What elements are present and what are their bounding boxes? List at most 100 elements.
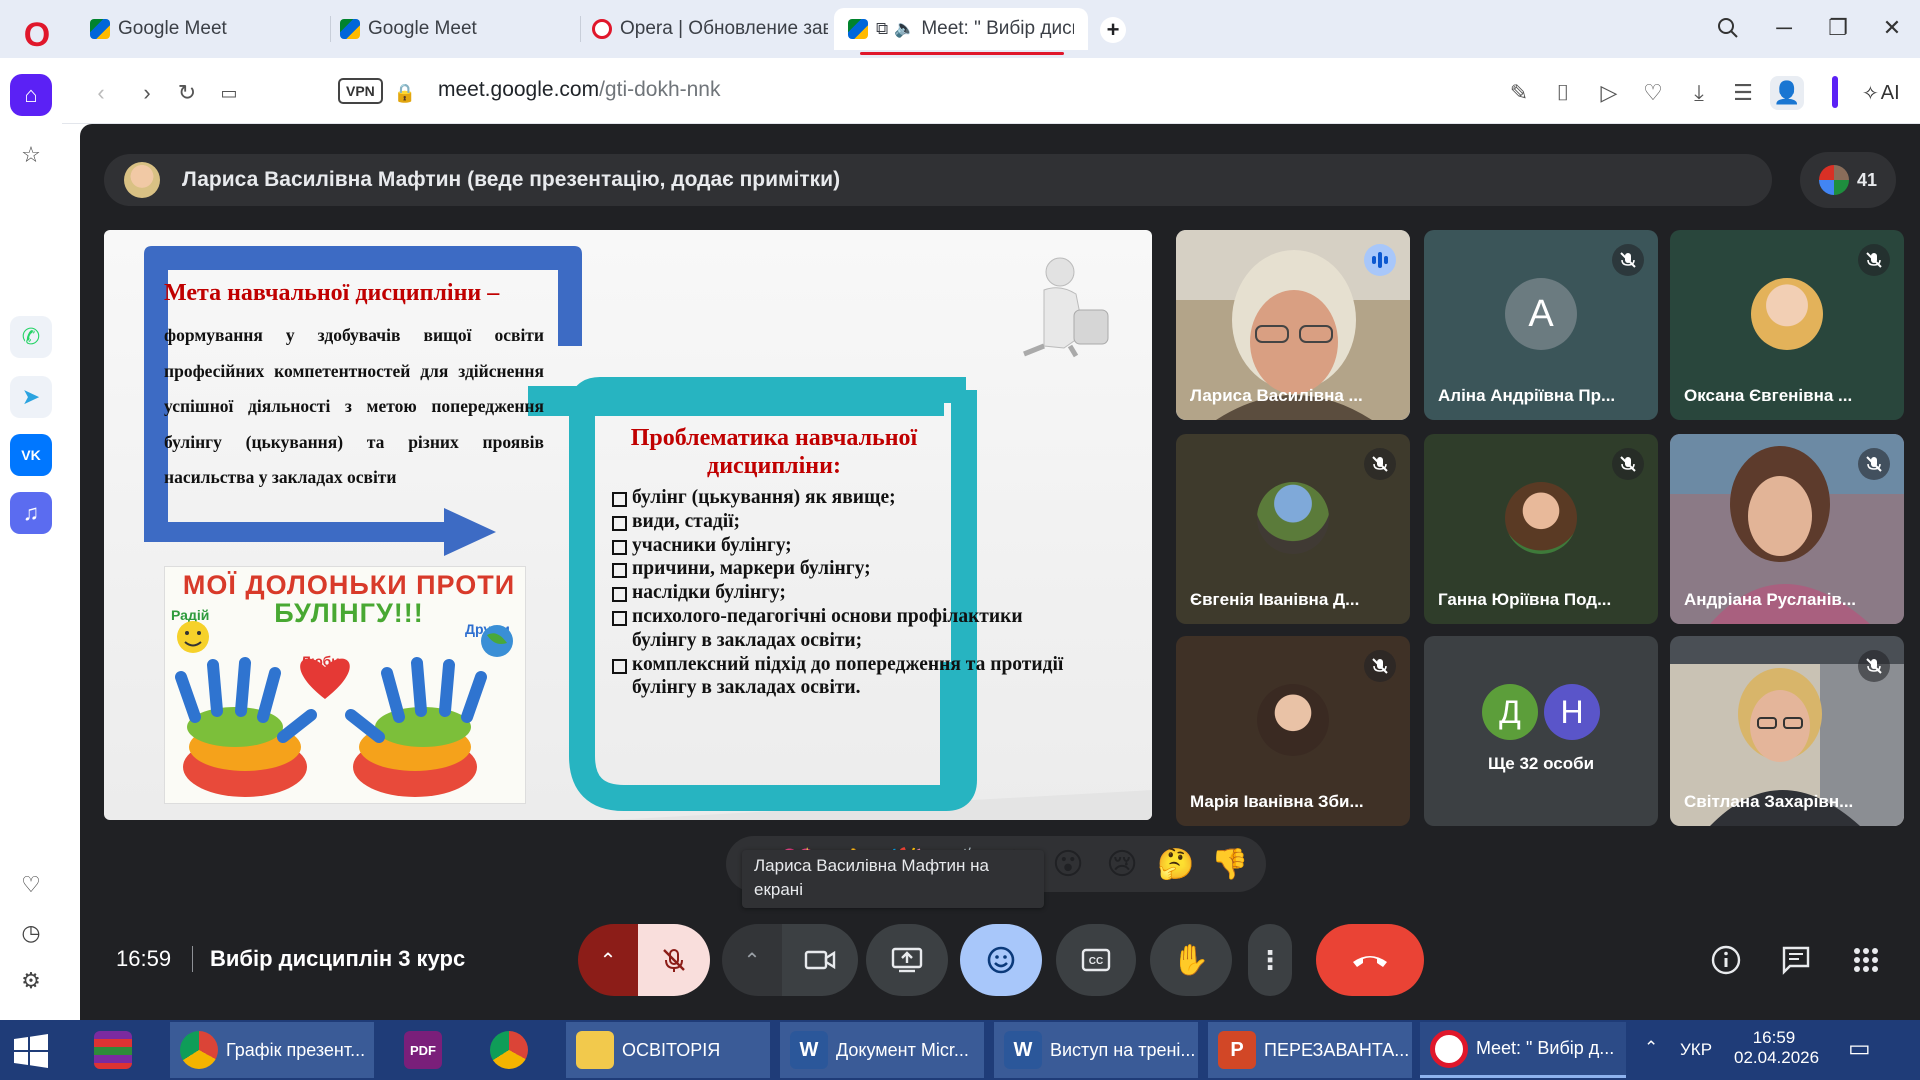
forward-button[interactable]: › — [130, 76, 164, 110]
tab-google-meet-1[interactable]: Google Meet — [76, 8, 326, 50]
vk-icon[interactable]: VK — [10, 434, 52, 476]
powerpoint-icon: P — [1218, 1031, 1256, 1069]
heart-icon[interactable]: ♡ — [10, 864, 52, 906]
minimize-button[interactable]: ─ — [1760, 8, 1808, 48]
bookmark-heart-icon[interactable]: ♡ — [1636, 76, 1670, 110]
new-tab-button[interactable]: + — [1100, 17, 1126, 43]
chat-icon — [1782, 946, 1810, 975]
input-language[interactable]: УКР — [1680, 1040, 1712, 1060]
camera-toggle-button[interactable] — [782, 924, 858, 996]
snapshot-icon[interactable]: ⌷ — [1546, 76, 1580, 110]
vpn-badge[interactable]: VPN — [338, 78, 383, 104]
taskbar-chrome-presentation[interactable]: Графік презент... — [170, 1022, 374, 1078]
participant-name: Євгенія Іванівна Д... — [1190, 590, 1360, 609]
participant-tile[interactable]: Андріана Русланів... — [1670, 434, 1904, 624]
captions-button[interactable]: CC — [1056, 924, 1136, 996]
profile-icon[interactable]: 👤 — [1770, 76, 1804, 110]
music-player-icon[interactable]: ♫ — [10, 492, 52, 534]
camera-icon[interactable]: ▭ — [212, 76, 246, 110]
taskbar-label: Meet: " Вибір д... — [1476, 1038, 1615, 1058]
presenter-tooltip: Лариса Василівна Мафтин на екрані — [742, 850, 1044, 908]
easy-setup-icon[interactable]: ☰ — [1726, 76, 1760, 110]
opera-icon — [1430, 1029, 1468, 1068]
lock-icon[interactable]: 🔒 — [388, 76, 422, 110]
close-window-button[interactable]: ✕ — [1868, 8, 1916, 48]
reaction-sad[interactable]: 😢 — [1102, 844, 1142, 884]
muted-mic-icon — [1364, 650, 1396, 682]
history-clock-icon[interactable]: ◷ — [10, 912, 52, 954]
reaction-thumbs-down[interactable]: 👎 — [1210, 844, 1250, 884]
participant-tile[interactable]: A Аліна Андріївна Пр... — [1424, 230, 1658, 420]
reactions-button[interactable] — [960, 924, 1042, 996]
present-screen-button[interactable] — [866, 924, 948, 996]
participant-name: Оксана Євгенівна ... — [1684, 386, 1853, 405]
tab-meet-active[interactable]: ⧉ 🔈 Meet: " Вибір дисц — [834, 8, 1088, 50]
tab-opera-update[interactable]: Opera | Обновление заве — [578, 8, 828, 50]
search-tabs-icon[interactable] — [1704, 8, 1752, 48]
apps-grid-icon — [1854, 948, 1878, 972]
meeting-details-button[interactable] — [1702, 936, 1750, 984]
reaction-thinking[interactable]: 🤔 — [1156, 844, 1196, 884]
taskbar-winrar[interactable] — [84, 1022, 156, 1078]
participant-tile[interactable]: Лариса Василівна ... — [1176, 230, 1410, 420]
taskbar-word-document[interactable]: W Документ Micr... — [780, 1022, 984, 1078]
participant-name: Лариса Василівна ... — [1190, 386, 1363, 405]
taskbar-pdf-app[interactable]: PDF — [394, 1022, 466, 1078]
tab-label: Google Meet — [118, 18, 227, 39]
participants-button[interactable]: 41 — [1800, 152, 1896, 208]
tab-google-meet-2[interactable]: Google Meet — [326, 8, 576, 50]
activities-button[interactable] — [1842, 936, 1890, 984]
taskbar-clock[interactable]: 16:59 02.04.2026 — [1734, 1028, 1820, 1068]
participant-tile[interactable]: Оксана Євгенівна ... — [1670, 230, 1904, 420]
download-icon[interactable]: ⤓ — [1682, 76, 1716, 110]
speaker-icon[interactable]: 🔈 — [894, 19, 915, 39]
home-icon[interactable]: ⌂ — [10, 74, 52, 116]
presenter-banner[interactable]: Лариса Василівна Мафтин (веде презентаці… — [104, 154, 1772, 206]
chat-button[interactable] — [1772, 936, 1820, 984]
taskbar-word-speech[interactable]: W Виступ на трені... — [994, 1022, 1198, 1078]
muted-mic-icon — [1612, 448, 1644, 480]
telegram-icon[interactable]: ➤ — [10, 376, 52, 418]
picture-in-picture-icon[interactable]: ⧉ — [876, 19, 888, 39]
participant-tile[interactable]: Світлана Захарівн... — [1670, 636, 1904, 826]
send-icon[interactable]: ▷ — [1592, 76, 1626, 110]
raise-hand-button[interactable]: ✋ — [1150, 924, 1232, 996]
more-participants-tile[interactable]: Д Н Ще 32 особи — [1424, 636, 1658, 826]
ai-button[interactable]: ✧ AI — [1862, 76, 1900, 110]
participant-tile[interactable]: Ганна Юріївна Под... — [1424, 434, 1658, 624]
problem-list: булінг (цькування) як явище; види, стаді… — [610, 486, 1070, 700]
reaction-surprised[interactable]: 😮 — [1048, 844, 1088, 884]
show-hidden-icons[interactable]: ⌃ — [1644, 1038, 1658, 1058]
more-options-button[interactable]: ⋮ — [1248, 924, 1292, 996]
google-meet-icon — [848, 19, 868, 39]
notification-icon[interactable]: ▭ — [1848, 1034, 1871, 1063]
taskbar-folder-osvitoria[interactable]: ОСВІТОРІЯ — [566, 1022, 770, 1078]
participant-name: Світлана Захарівн... — [1684, 792, 1854, 811]
leave-call-button[interactable] — [1316, 924, 1424, 996]
taskbar-date: 02.04.2026 — [1734, 1048, 1820, 1067]
back-button[interactable]: ‹ — [84, 76, 118, 110]
whatsapp-icon[interactable]: ✆ — [10, 316, 52, 358]
taskbar-chrome[interactable] — [480, 1022, 552, 1078]
star-icon[interactable]: ☆ — [10, 134, 52, 176]
avatar: Н — [1544, 684, 1600, 740]
opera-menu-icon[interactable]: O — [14, 12, 60, 58]
url-field[interactable]: meet.google.com/gti-dokh-nnk — [438, 78, 721, 102]
chevron-up-icon: ⌃ — [743, 949, 761, 972]
restore-button[interactable]: ❐ — [1814, 8, 1862, 48]
microphone-toggle-button[interactable] — [638, 924, 710, 996]
participant-tile[interactable]: Євгенія Іванівна Д... — [1176, 434, 1410, 624]
avatar: A — [1505, 278, 1577, 350]
windows-start-icon[interactable] — [14, 1034, 48, 1073]
emoji-icon — [987, 946, 1015, 974]
audio-options-button[interactable]: ⌃ — [578, 924, 638, 996]
taskbar-powerpoint[interactable]: P ПЕРЕЗАВАНТА... — [1208, 1022, 1412, 1078]
settings-gear-icon[interactable]: ⚙ — [10, 960, 52, 1002]
participant-tile[interactable]: Марія Іванівна Зби... — [1176, 636, 1410, 826]
reload-button[interactable]: ↻ — [170, 76, 204, 110]
edit-page-icon[interactable]: ✎ — [1502, 76, 1536, 110]
sidebar-toggle[interactable] — [1832, 76, 1838, 108]
more-participants-label: Ще 32 особи — [1487, 754, 1595, 773]
taskbar-opera-meet[interactable]: Meet: " Вибір д... — [1420, 1022, 1626, 1078]
video-options-button[interactable]: ⌃ — [722, 924, 782, 996]
